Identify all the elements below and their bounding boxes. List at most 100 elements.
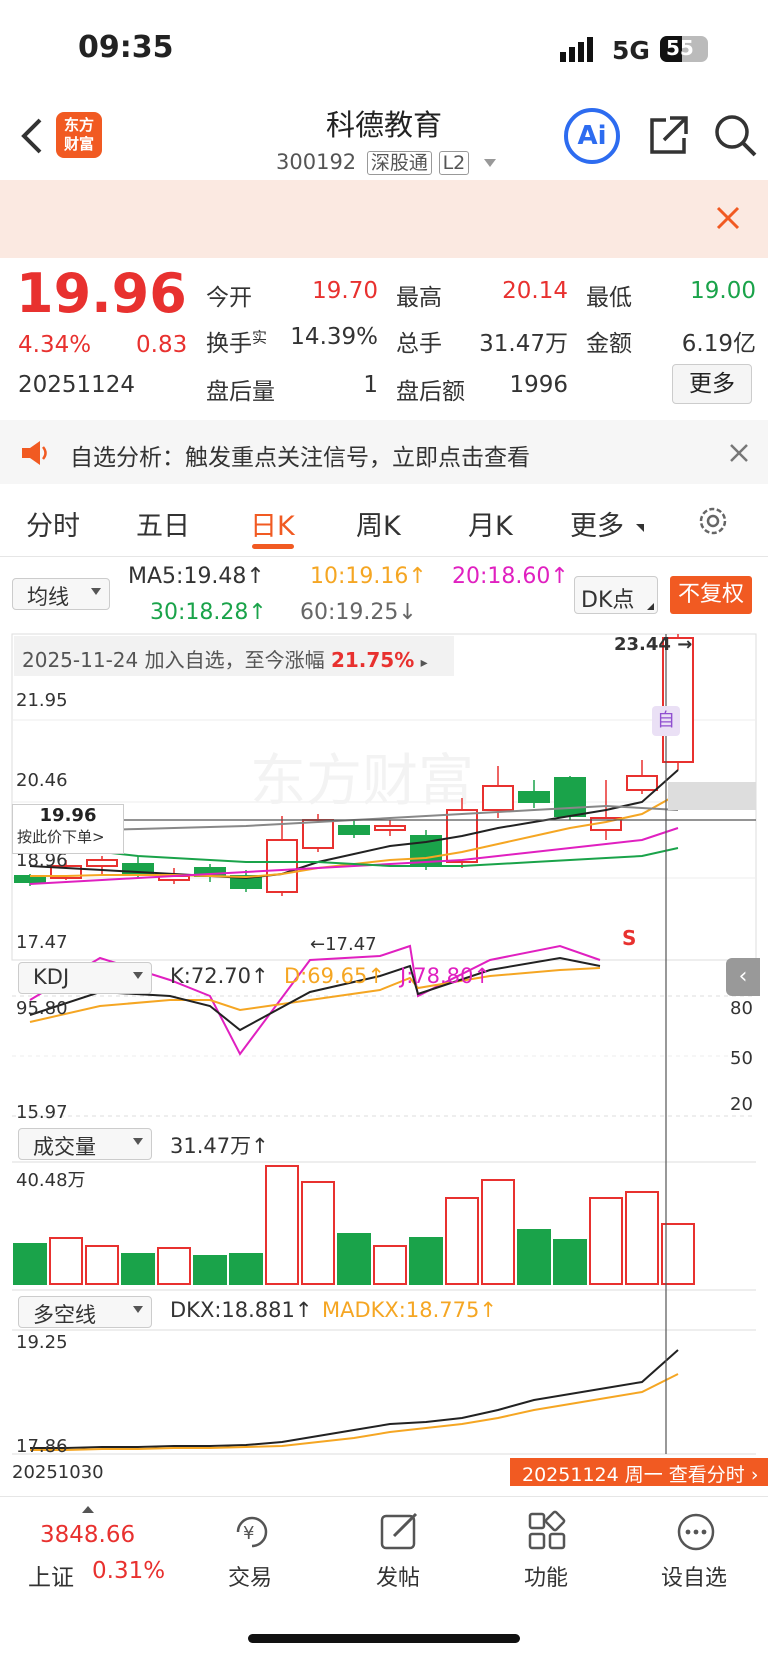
change-value: 0.83	[136, 332, 188, 358]
y-label-1: 21.95	[16, 690, 68, 711]
tab-five-day[interactable]: 五日	[136, 504, 190, 543]
ma30-value: 30:18.28↑	[150, 600, 267, 625]
candle-body	[626, 775, 658, 791]
volume-bar	[49, 1237, 83, 1285]
signal-icon	[560, 36, 600, 66]
volume-selector[interactable]: 成交量	[18, 1128, 152, 1160]
collapse-panel-icon[interactable]: ‹	[726, 958, 760, 996]
home-indicator	[248, 1634, 520, 1643]
turnover-value: 14.39%	[290, 324, 378, 350]
after-volume-label: 盘后量	[206, 379, 275, 405]
open-value: 19.70	[312, 278, 378, 304]
low-value: 19.00	[690, 278, 756, 304]
tab-weekly-k[interactable]: 周K	[356, 504, 401, 543]
candle-body	[86, 859, 118, 867]
high-value: 20.14	[502, 278, 568, 304]
kdj-ref-20: 20	[730, 1094, 753, 1115]
notice-close-icon[interactable]	[730, 444, 748, 466]
candle-body	[266, 839, 298, 893]
stock-code: 300192	[276, 150, 357, 174]
l2-badge: L2	[438, 151, 470, 175]
nav-add-watchlist[interactable]: 设自选	[634, 1560, 754, 1592]
dk-point-button[interactable]: DK点	[574, 576, 658, 614]
volume-bar	[157, 1247, 191, 1285]
ma10-value: 10:19.16↑	[310, 564, 427, 589]
candle-body	[554, 777, 586, 817]
watchlist-mark: 自	[652, 706, 680, 736]
tab-daily-k[interactable]: 日K	[250, 504, 295, 543]
current-price: 19.96	[16, 262, 187, 325]
tab-more-arrow-icon	[636, 524, 644, 532]
volume-bar	[661, 1223, 695, 1285]
search-icon[interactable]	[712, 112, 758, 162]
tab-monthly-k[interactable]: 月K	[468, 504, 513, 543]
volume-y-top: 40.48万	[16, 1170, 86, 1191]
trade-icon[interactable]: ¥	[230, 1510, 274, 1558]
candle-body	[338, 825, 370, 835]
dkx-y-top: 19.25	[16, 1332, 68, 1353]
ai-button[interactable]: Ai	[564, 108, 620, 164]
promo-banner[interactable]	[0, 180, 768, 258]
watchlist-banner[interactable]: 2025-11-24 加入自选，至今涨幅 21.75% ▸	[14, 636, 454, 676]
volume-bar	[445, 1197, 479, 1285]
volume-bar	[553, 1239, 587, 1285]
tab-more[interactable]: 更多	[570, 504, 624, 543]
kdj-selector[interactable]: KDJ	[18, 962, 152, 994]
ma60-value: 60:19.25↓	[300, 600, 417, 625]
volume-bar	[517, 1229, 551, 1285]
candle-body	[482, 785, 514, 811]
cursor-price-box[interactable]: 19.96 按此价下单>	[12, 804, 124, 854]
kdj-ref-50: 50	[730, 1048, 753, 1069]
volume-bar	[301, 1181, 335, 1285]
quote-date: 20251124	[18, 372, 136, 398]
madkx-value: MADKX:18.775↑	[322, 1298, 497, 1322]
add-watchlist-icon[interactable]	[674, 1510, 718, 1558]
share-icon[interactable]	[646, 114, 690, 162]
volume-bar	[373, 1245, 407, 1285]
candle-body	[374, 825, 406, 831]
dkx-line	[30, 1349, 679, 1449]
notice-text[interactable]: 自选分析：触发重点关注信号，立即点击查看	[70, 438, 530, 472]
after-volume-value: 1	[363, 372, 378, 398]
no-adjust-button[interactable]: 不复权	[670, 576, 752, 614]
kdj-d: D:69.65↑	[284, 964, 385, 988]
tab-intraday[interactable]: 分时	[26, 504, 80, 543]
banner-close-icon[interactable]	[716, 206, 740, 234]
kdj-k: K:72.70↑	[170, 964, 269, 988]
speaker-icon	[20, 440, 50, 470]
kdj-y-bottom: 15.97	[16, 1102, 68, 1123]
candle-body	[518, 791, 550, 803]
settings-gear-icon[interactable]	[696, 504, 730, 542]
kline-chart[interactable]: 东方财富	[0, 630, 768, 1480]
nav-trade[interactable]: 交易	[190, 1560, 310, 1592]
view-intraday-button[interactable]: 20251124 周一 查看分时 ›	[510, 1458, 768, 1486]
candle-body	[302, 819, 334, 849]
index-name[interactable]: 上证	[28, 1558, 74, 1592]
dkx-selector[interactable]: 多空线	[18, 1296, 152, 1328]
svg-text:¥: ¥	[243, 1523, 254, 1544]
nav-function[interactable]: 功能	[486, 1560, 606, 1592]
nav-post[interactable]: 发帖	[338, 1560, 458, 1592]
more-button[interactable]: 更多	[672, 364, 752, 404]
volume-label: 总手	[396, 331, 442, 357]
index-value[interactable]: 3848.66	[40, 1522, 135, 1548]
code-dropdown-icon[interactable]	[483, 159, 496, 167]
index-up-arrow-icon	[82, 1506, 94, 1513]
high-label: 最高	[396, 285, 442, 311]
volume-indicator: 31.47万↑	[170, 1134, 269, 1158]
kdj-j: J:78.80↑	[400, 964, 491, 988]
turnover-label: 换手实	[206, 328, 268, 357]
after-amount-label: 盘后额	[396, 379, 465, 405]
dkx-y-bottom: 17.86	[16, 1436, 68, 1457]
post-icon[interactable]	[378, 1510, 422, 1558]
active-tab-indicator	[252, 544, 294, 549]
after-amount-value: 1996	[509, 372, 568, 398]
volume-bar	[409, 1237, 443, 1285]
index-pct[interactable]: 0.31%	[92, 1558, 165, 1584]
kdj-y-top: 95.80	[16, 998, 68, 1019]
y-label-4: 17.47	[16, 932, 68, 953]
function-icon[interactable]	[526, 1510, 570, 1558]
ma-selector[interactable]: 均线	[12, 578, 110, 610]
volume-bar	[85, 1245, 119, 1285]
volume-bar	[589, 1197, 623, 1285]
